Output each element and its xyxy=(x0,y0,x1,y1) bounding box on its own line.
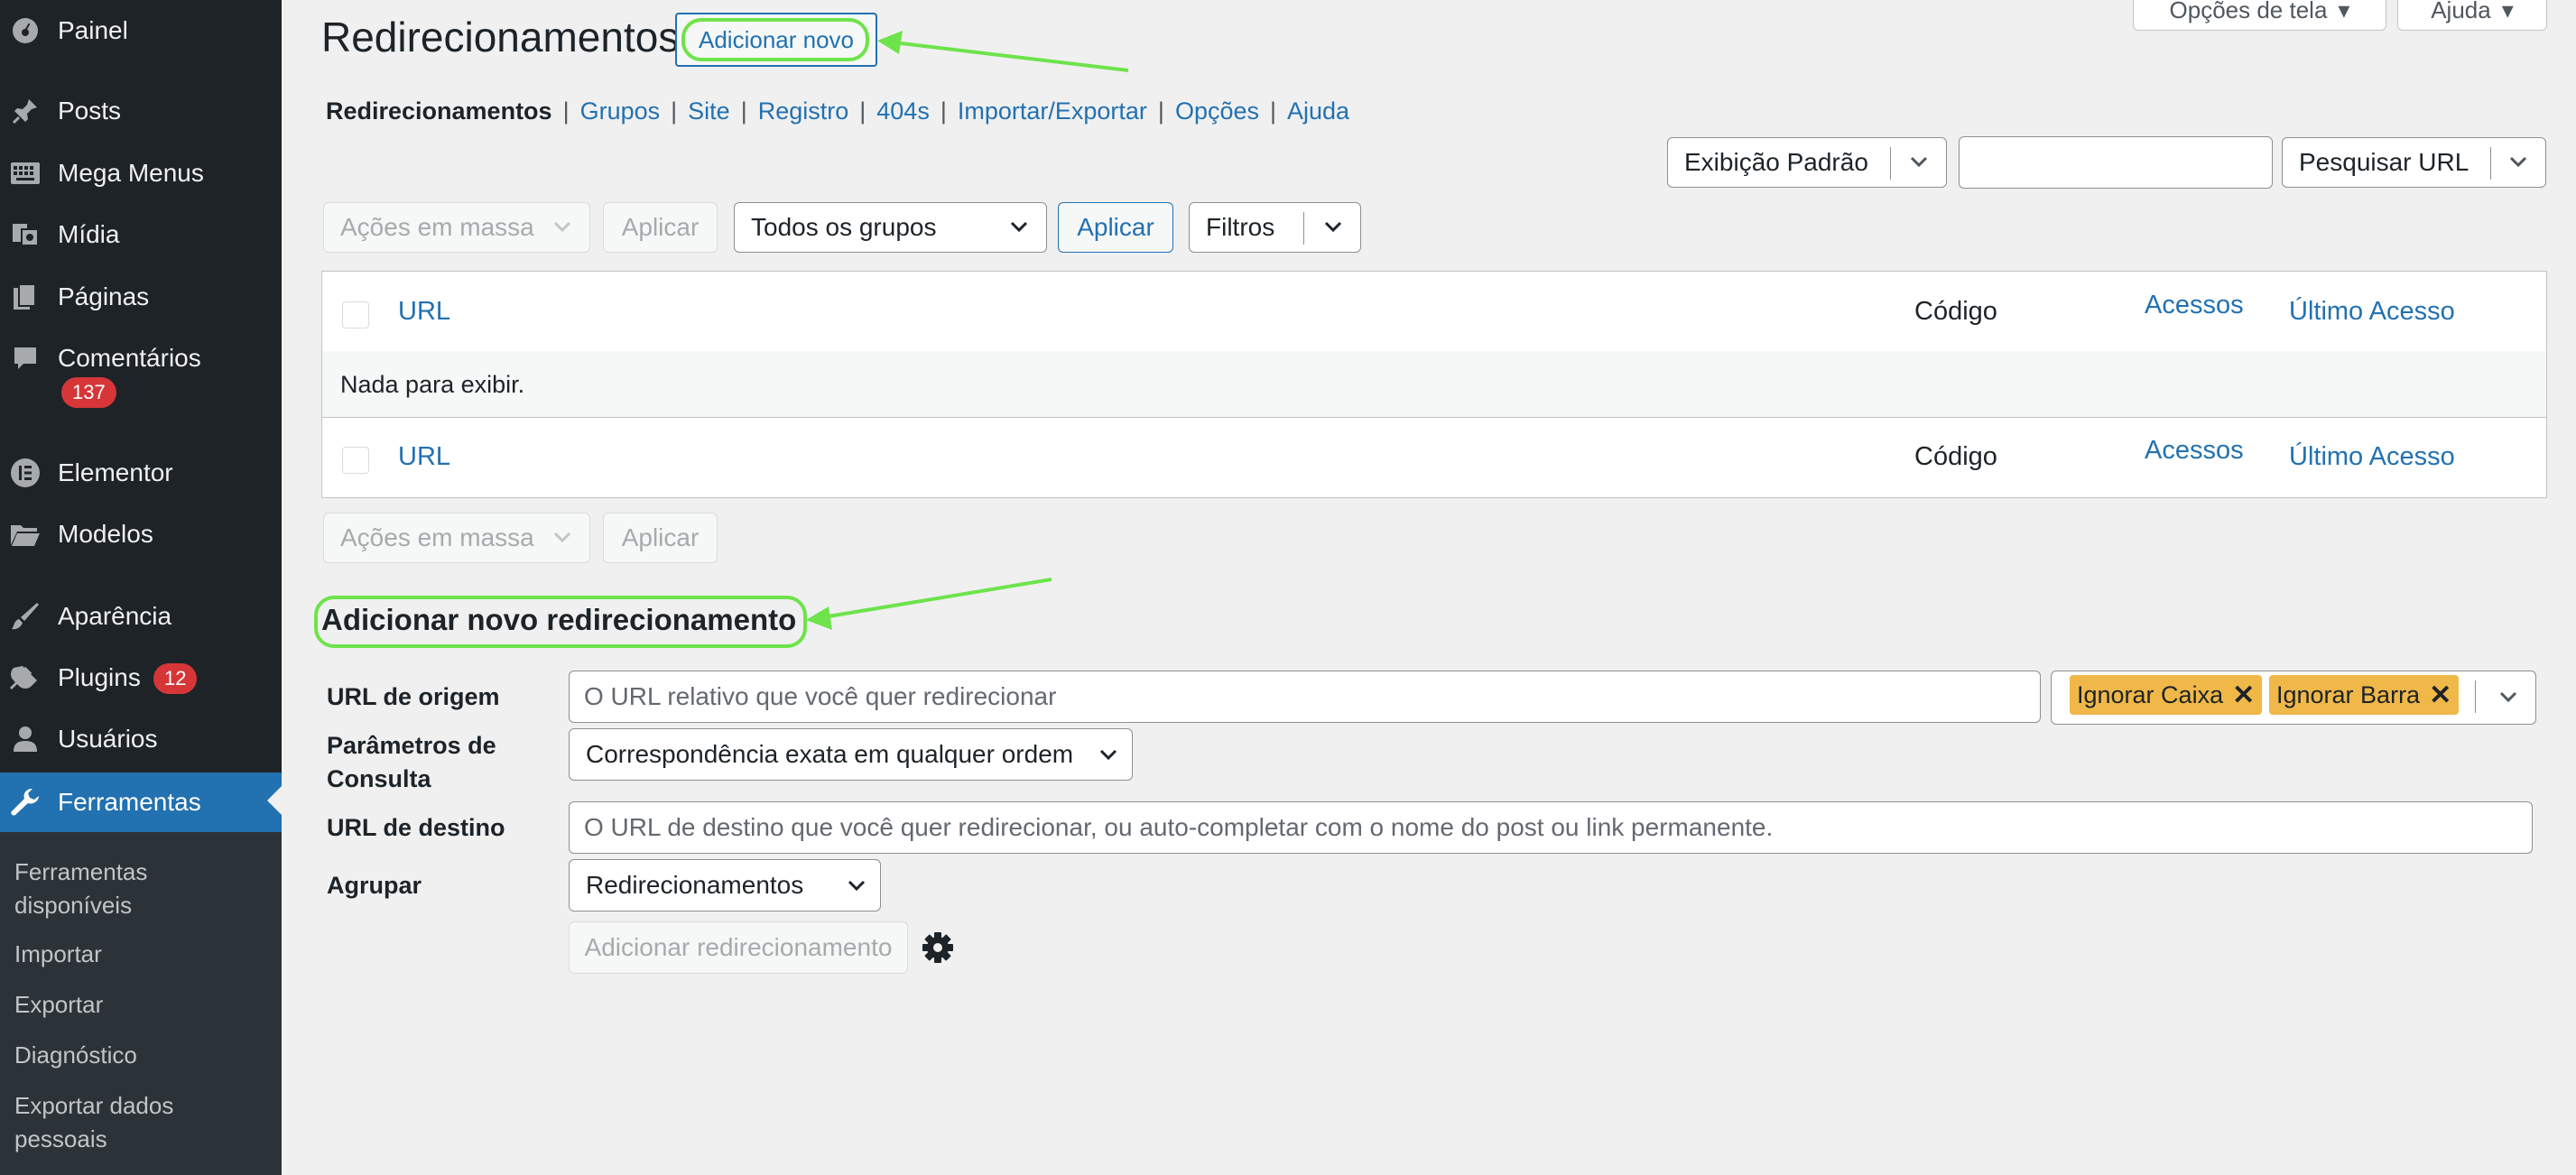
column-codigo: Código xyxy=(1914,297,1997,326)
subnav-grupos[interactable]: Grupos xyxy=(580,97,661,125)
filters-select[interactable]: Filtros xyxy=(1189,202,1361,253)
target-url-input[interactable] xyxy=(569,801,2533,854)
column-url[interactable]: URL xyxy=(398,442,450,472)
arrow-line xyxy=(822,578,1052,619)
column-acessos[interactable]: Acessos xyxy=(2145,436,2244,466)
chevron-down-icon xyxy=(553,532,571,543)
redirects-table: URL Código Acessos Último Acesso Nada pa… xyxy=(321,271,2547,498)
query-params-label: Parâmetros de Consulta xyxy=(327,732,496,792)
split-divider xyxy=(2490,147,2491,180)
tag-label: Ignorar Barra xyxy=(2276,680,2421,708)
gear-icon[interactable] xyxy=(921,930,955,965)
chevron-down-icon xyxy=(1910,156,1928,168)
arrow-head xyxy=(877,31,903,54)
group-select[interactable]: Redirecionamentos xyxy=(569,859,881,911)
chevron-down-icon xyxy=(1010,221,1028,233)
column-acessos[interactable]: Acessos xyxy=(2145,291,2244,320)
subnav-importar-exportar[interactable]: Importar/Exportar xyxy=(958,97,1147,125)
subnav: Redirecionamentos | Grupos | Site | Registro | 4… xyxy=(326,97,1350,125)
select-all-checkbox[interactable] xyxy=(342,301,369,328)
column-url[interactable]: URL xyxy=(398,297,450,327)
add-redirect-button[interactable]: Adicionar redirecionamento xyxy=(569,921,908,974)
query-params-select[interactable]: Correspondência exata em qualquer ordem xyxy=(569,728,1133,781)
bulk-actions-label: Ações em massa xyxy=(340,213,534,241)
chevron-down-icon xyxy=(2499,691,2517,703)
table-footer: URL Código Acessos Último Acesso xyxy=(322,418,2546,497)
search-url-select[interactable]: Pesquisar URL xyxy=(2282,137,2546,188)
source-url-label: URL de origem xyxy=(327,683,500,710)
column-ultimo-acesso[interactable]: Último Acesso xyxy=(2289,297,2455,327)
arrow-head xyxy=(806,606,832,630)
apply-button-bottom[interactable]: Aplicar xyxy=(603,513,718,563)
subnav-opcoes[interactable]: Opções xyxy=(1175,97,1259,125)
search-input[interactable] xyxy=(1959,136,2273,189)
subnav-registro[interactable]: Registro xyxy=(758,97,849,125)
apply-button[interactable]: Aplicar xyxy=(603,202,718,253)
table-header: URL Código Acessos Último Acesso xyxy=(322,272,2546,352)
tag-ignorar-caixa: Ignorar Caixa ✕ xyxy=(2070,675,2263,715)
apply-groups-button[interactable]: Aplicar xyxy=(1058,202,1173,253)
filters-label: Filtros xyxy=(1206,213,1275,241)
group-select-value: Redirecionamentos xyxy=(586,871,804,899)
group-label: Agrupar xyxy=(327,872,422,899)
add-redirect-heading: Adicionar novo redirecionamento xyxy=(321,603,797,636)
target-url-label: URL de destino xyxy=(327,814,505,841)
source-url-input[interactable] xyxy=(569,671,2041,723)
query-params-value: Correspondência exata em qualquer ordem xyxy=(586,740,1074,768)
groups-select[interactable]: Todos os grupos xyxy=(734,202,1047,253)
select-all-checkbox[interactable] xyxy=(342,447,369,474)
groups-select-value: Todos os grupos xyxy=(751,213,937,241)
split-divider xyxy=(2475,680,2476,713)
subnav-404s[interactable]: 404s xyxy=(876,97,930,125)
table-row: Nada para exibir. xyxy=(322,351,2546,418)
chevron-down-icon xyxy=(848,880,866,892)
bulk-actions-label: Ações em massa xyxy=(340,523,534,551)
bulk-actions-select-bottom[interactable]: Ações em massa xyxy=(323,513,590,563)
column-ultimo-acesso[interactable]: Último Acesso xyxy=(2289,442,2455,472)
view-select-value: Exibição Padrão xyxy=(1684,148,1868,176)
chevron-down-icon xyxy=(1324,221,1342,233)
search-url-label: Pesquisar URL xyxy=(2299,148,2469,176)
bulk-actions-select[interactable]: Ações em massa xyxy=(323,202,590,253)
tag-ignorar-barra: Ignorar Barra ✕ xyxy=(2269,675,2460,715)
chevron-down-icon xyxy=(553,221,571,233)
tag-label: Ignorar Caixa xyxy=(2077,680,2224,708)
view-select[interactable]: Exibição Padrão xyxy=(1667,137,1947,188)
empty-message: Nada para exibir. xyxy=(340,371,525,398)
column-codigo: Código xyxy=(1914,442,1997,471)
subnav-redirecionamentos[interactable]: Redirecionamentos xyxy=(326,97,552,125)
subnav-ajuda[interactable]: Ajuda xyxy=(1287,97,1349,125)
subnav-site[interactable]: Site xyxy=(688,97,730,125)
split-divider xyxy=(1890,147,1891,180)
chevron-down-icon xyxy=(1099,749,1117,761)
arrow-line xyxy=(893,41,1129,72)
remove-tag-icon[interactable]: ✕ xyxy=(2429,680,2451,711)
split-divider xyxy=(1303,212,1304,245)
remove-tag-icon[interactable]: ✕ xyxy=(2232,680,2255,711)
chevron-down-icon xyxy=(2509,156,2527,168)
